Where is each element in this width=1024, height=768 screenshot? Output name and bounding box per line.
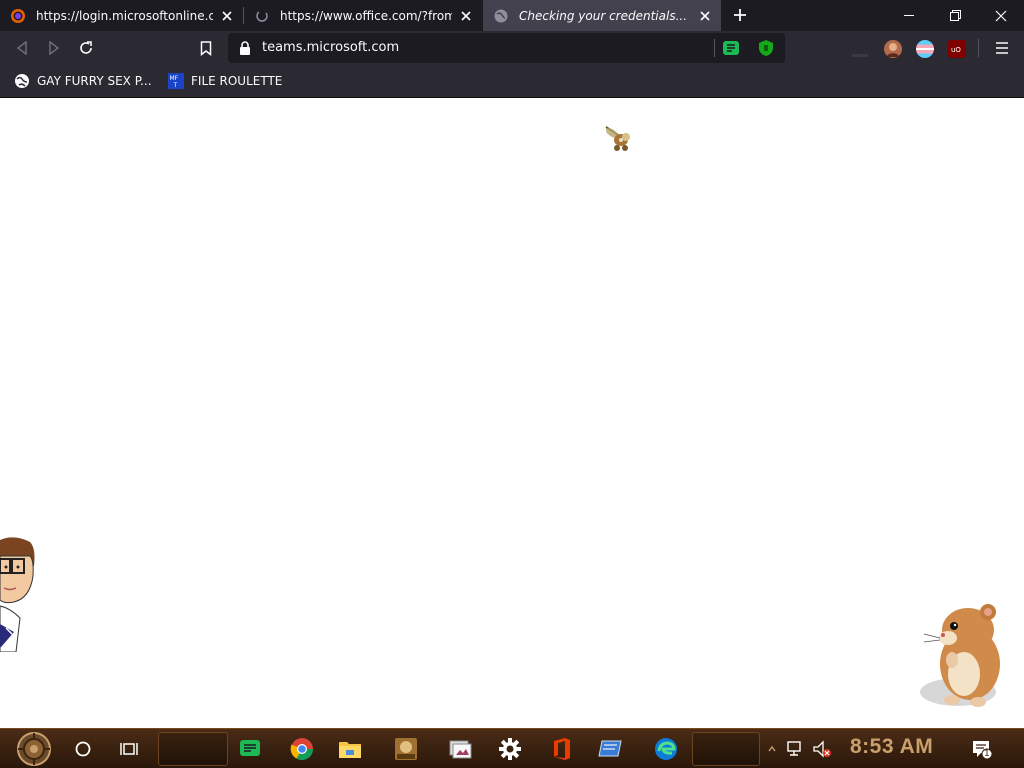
extension-dim-icon[interactable] [852, 45, 868, 57]
bookmark-label: FILE ROULETTE [191, 74, 283, 88]
loading-icon [256, 9, 268, 22]
volume-muted-icon[interactable] [812, 739, 832, 759]
game-app-icon[interactable] [388, 733, 424, 765]
bookmark-item[interactable]: MF T FILE ROULETTE [168, 72, 282, 90]
url-text: teams.microsoft.com [262, 40, 400, 55]
urlbar-separator [714, 39, 715, 57]
lock-icon [240, 41, 250, 55]
cartoon-man-image [0, 537, 35, 652]
close-tab-icon[interactable] [697, 8, 713, 24]
settings-gear-icon[interactable] [492, 733, 528, 765]
cortana-circle-icon[interactable] [66, 733, 100, 765]
toolbar-separator [978, 39, 979, 57]
avatar-extension-icon[interactable] [884, 40, 902, 58]
chat-extension-icon[interactable] [722, 40, 740, 56]
svg-text:MF: MF [170, 75, 179, 82]
bookmark-item[interactable]: GAY FURRY SEX P... [14, 72, 152, 90]
fly-cursor-image [605, 126, 630, 151]
svg-text:T: T [173, 82, 178, 89]
svg-text:uO: uO [951, 46, 961, 54]
shield-extension-icon[interactable] [758, 39, 774, 57]
tab-title: Checking your credentials... [519, 8, 688, 23]
menu-hamburger-icon[interactable] [990, 36, 1014, 60]
flag-extension-icon[interactable] [916, 40, 934, 58]
network-icon[interactable] [786, 739, 806, 759]
image-viewer-icon[interactable] [442, 733, 478, 765]
bookmarks-toolbar: GAY FURRY SEX P... MF T FILE ROULETTE [0, 65, 1024, 98]
tab-checking-credentials[interactable]: Checking your credentials... [483, 0, 721, 31]
mft-icon: MF T [168, 73, 184, 89]
spotify-chat-icon[interactable] [232, 733, 268, 765]
close-window-icon[interactable] [978, 0, 1024, 31]
taskbar-empty-slot [692, 732, 760, 766]
notification-center-icon[interactable]: 1 [966, 733, 998, 765]
bookmark-icon[interactable] [194, 36, 218, 60]
forward-icon[interactable] [42, 36, 66, 60]
address-bar[interactable]: teams.microsoft.com [228, 33, 785, 63]
tab-office[interactable]: https://www.office.com/?from= [244, 0, 482, 31]
back-icon[interactable] [10, 36, 34, 60]
file-explorer-icon[interactable] [332, 733, 368, 765]
close-tab-icon[interactable] [219, 8, 235, 24]
windows-taskbar: 8:53 AM 1 [0, 728, 1024, 768]
taskbar-empty-slot [158, 732, 228, 766]
edge-icon[interactable] [648, 733, 684, 765]
navigation-toolbar: teams.microsoft.com uO [0, 31, 1024, 65]
minimize-icon[interactable] [886, 0, 932, 31]
task-view-icon[interactable] [112, 733, 146, 765]
tab-strip: https://login.microsoftonline.com https:… [0, 0, 1024, 31]
tab-login-microsoftonline[interactable]: https://login.microsoftonline.com [0, 0, 243, 31]
close-tab-icon[interactable] [458, 8, 474, 24]
show-hidden-icons-chevron-icon[interactable] [766, 733, 778, 765]
tab-title: https://login.microsoftonline.com [36, 8, 213, 23]
page-content [0, 99, 1024, 728]
chrome-icon[interactable] [284, 733, 320, 765]
start-orb-icon[interactable] [8, 732, 60, 766]
new-tab-plus-icon[interactable] [730, 5, 750, 25]
office-icon[interactable] [544, 733, 580, 765]
taskbar-clock[interactable]: 8:53 AM [850, 735, 933, 759]
hamster-image [920, 604, 1000, 707]
notification-count-badge: 1 [984, 749, 990, 759]
ublock-icon[interactable]: uO [948, 40, 966, 58]
restore-icon[interactable] [932, 0, 978, 31]
firefox-icon [11, 8, 25, 23]
globe-icon [494, 9, 508, 22]
tab-title: https://www.office.com/?from= [280, 8, 452, 23]
globe-icon [15, 74, 29, 88]
reload-icon[interactable] [74, 36, 98, 60]
bookmark-label: GAY FURRY SEX P... [37, 74, 152, 88]
remote-desktop-icon[interactable] [592, 733, 628, 765]
